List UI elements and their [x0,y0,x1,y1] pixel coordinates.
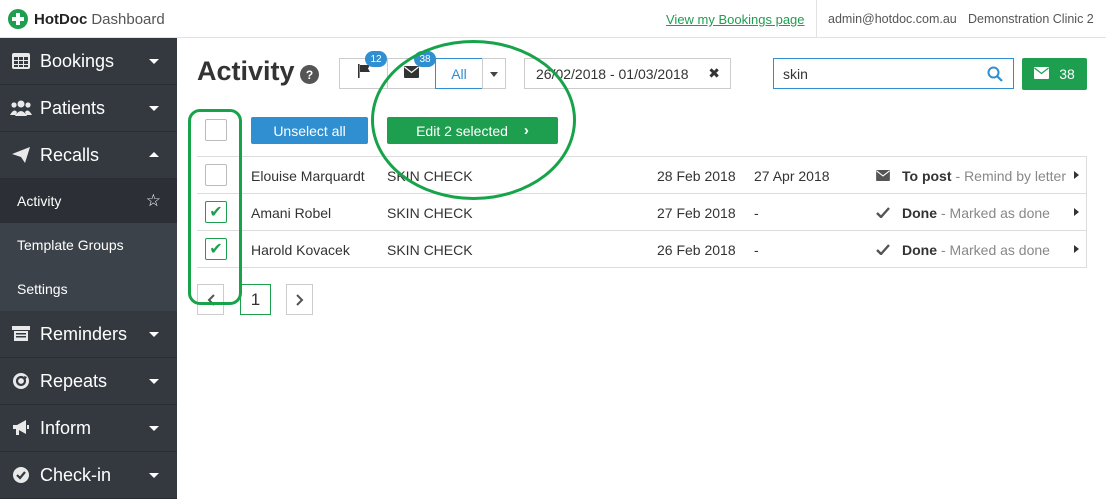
page-number[interactable]: 1 [240,284,271,315]
hotdoc-cross-icon [8,9,28,29]
chevron-right-icon [295,293,303,306]
sidebar-item-label: Recalls [40,144,100,165]
caret-right-icon[interactable] [1074,171,1079,179]
highlight-checkbox-column [188,109,242,305]
sidebar-item-reminders[interactable]: Reminders [0,311,177,358]
chevron-up-icon [149,152,159,157]
sidebar-subitem-activity[interactable]: Activity ☆ [0,179,177,223]
caret-right-icon[interactable] [1074,208,1079,216]
unselect-all-button[interactable]: Unselect all [251,117,368,144]
check-icon [876,207,890,218]
send-count: 38 [1059,66,1075,82]
user-email[interactable]: admin@hotdoc.com.au [828,12,957,26]
table-row[interactable]: Elouise Marquardt SKIN CHECK 28 Feb 2018… [197,157,1087,194]
page-title: Activity [197,56,295,86]
flag-count-badge: 12 [365,51,387,67]
send-recalls-button[interactable]: 38 [1022,58,1087,90]
status-detail: - Marked as done [941,241,1050,258]
patient-name[interactable]: Amani Robel [251,194,331,231]
caret-right-icon[interactable] [1074,245,1079,253]
hotdoc-logo[interactable]: HotDoc Dashboard [8,9,165,29]
recall-date: 28 Feb 2018 [657,167,736,184]
view-bookings-link[interactable]: View my Bookings page [666,12,805,27]
chevron-down-icon [149,473,159,478]
divider [816,0,817,38]
send-icon [10,145,32,165]
sidebar-subitem-settings[interactable]: Settings [0,267,177,311]
recall-type: SKIN CHECK [387,204,473,221]
megaphone-icon [10,418,32,438]
search-icon[interactable] [987,66,1003,82]
patient-name[interactable]: Elouise Marquardt [251,157,365,194]
reminder-icon [10,324,32,344]
brand-sub: Dashboard [91,10,165,28]
chevron-down-icon [149,59,159,64]
sidebar-item-bookings[interactable]: Bookings [0,38,177,85]
sidebar-item-label: Check-in [40,464,112,485]
due-date: 27 Apr 2018 [754,167,830,184]
sidebar-subitem-label: Activity [17,193,62,209]
table-icon [10,51,32,71]
sidebar-subitem-label: Settings [17,281,68,297]
recalls-table: Elouise Marquardt SKIN CHECK 28 Feb 2018… [197,156,1087,268]
sidebar-item-label: Patients [40,97,106,118]
table-row[interactable]: ✔ Harold Kovacek SKIN CHECK 26 Feb 2018 … [197,231,1087,268]
status-cell: To post - Remind by letter [876,157,1066,194]
sidebar-item-label: Repeats [40,370,108,391]
recall-date: 26 Feb 2018 [657,241,736,258]
check-icon [876,244,890,255]
sidebar-item-inform[interactable]: Inform [0,405,177,452]
status-label: Done [902,241,937,258]
clinic-name[interactable]: Demonstration Clinic 2 [968,12,1094,26]
star-icon[interactable]: ☆ [146,191,161,211]
sidebar-item-patients[interactable]: Patients [0,85,177,132]
check-circle-icon [10,465,32,485]
recall-type: SKIN CHECK [387,241,473,258]
repeat-icon [10,371,32,391]
status-cell: Done - Marked as done [876,194,1050,231]
flag-icon [357,64,371,83]
due-date: - [754,204,759,221]
patient-name[interactable]: Harold Kovacek [251,231,350,268]
top-bar: HotDoc Dashboard View my Bookings page a… [0,0,1106,38]
table-row[interactable]: ✔ Amani Robel SKIN CHECK 27 Feb 2018 - D… [197,194,1087,231]
sidebar-item-label: Bookings [40,50,115,71]
status-label: Done [902,204,937,221]
chevron-down-icon [149,379,159,384]
chevron-down-icon [149,332,159,337]
sidebar-item-repeats[interactable]: Repeats [0,358,177,405]
due-date: - [754,241,759,258]
status-detail: - Remind by letter [955,167,1066,184]
sidebar-subitem-label: Template Groups [17,237,124,253]
brand-name: HotDoc [34,10,88,28]
sidebar-item-check-in[interactable]: Check-in [0,452,177,499]
status-label: To post [902,167,952,184]
sidebar-item-label: Inform [40,417,92,438]
chevron-down-icon [149,426,159,431]
clear-date-icon[interactable]: ✖ [708,65,720,82]
status-cell: Done - Marked as done [876,231,1050,268]
envelope-icon [876,170,890,181]
help-icon[interactable]: ? [300,65,319,84]
next-page-button[interactable] [286,284,313,315]
search-input[interactable] [773,58,1014,89]
sidebar-item-recalls[interactable]: Recalls [0,132,177,179]
chevron-down-icon [149,106,159,111]
sidebar-item-label: Reminders [40,323,128,344]
users-icon [10,98,32,118]
sidebar: Bookings Patients Recalls Activity ☆ Tem… [0,38,177,499]
highlight-edit-selected [371,40,576,200]
envelope-icon [1034,66,1050,82]
sidebar-subitem-template-groups[interactable]: Template Groups [0,223,177,267]
recall-date: 27 Feb 2018 [657,204,736,221]
status-detail: - Marked as done [941,204,1050,221]
